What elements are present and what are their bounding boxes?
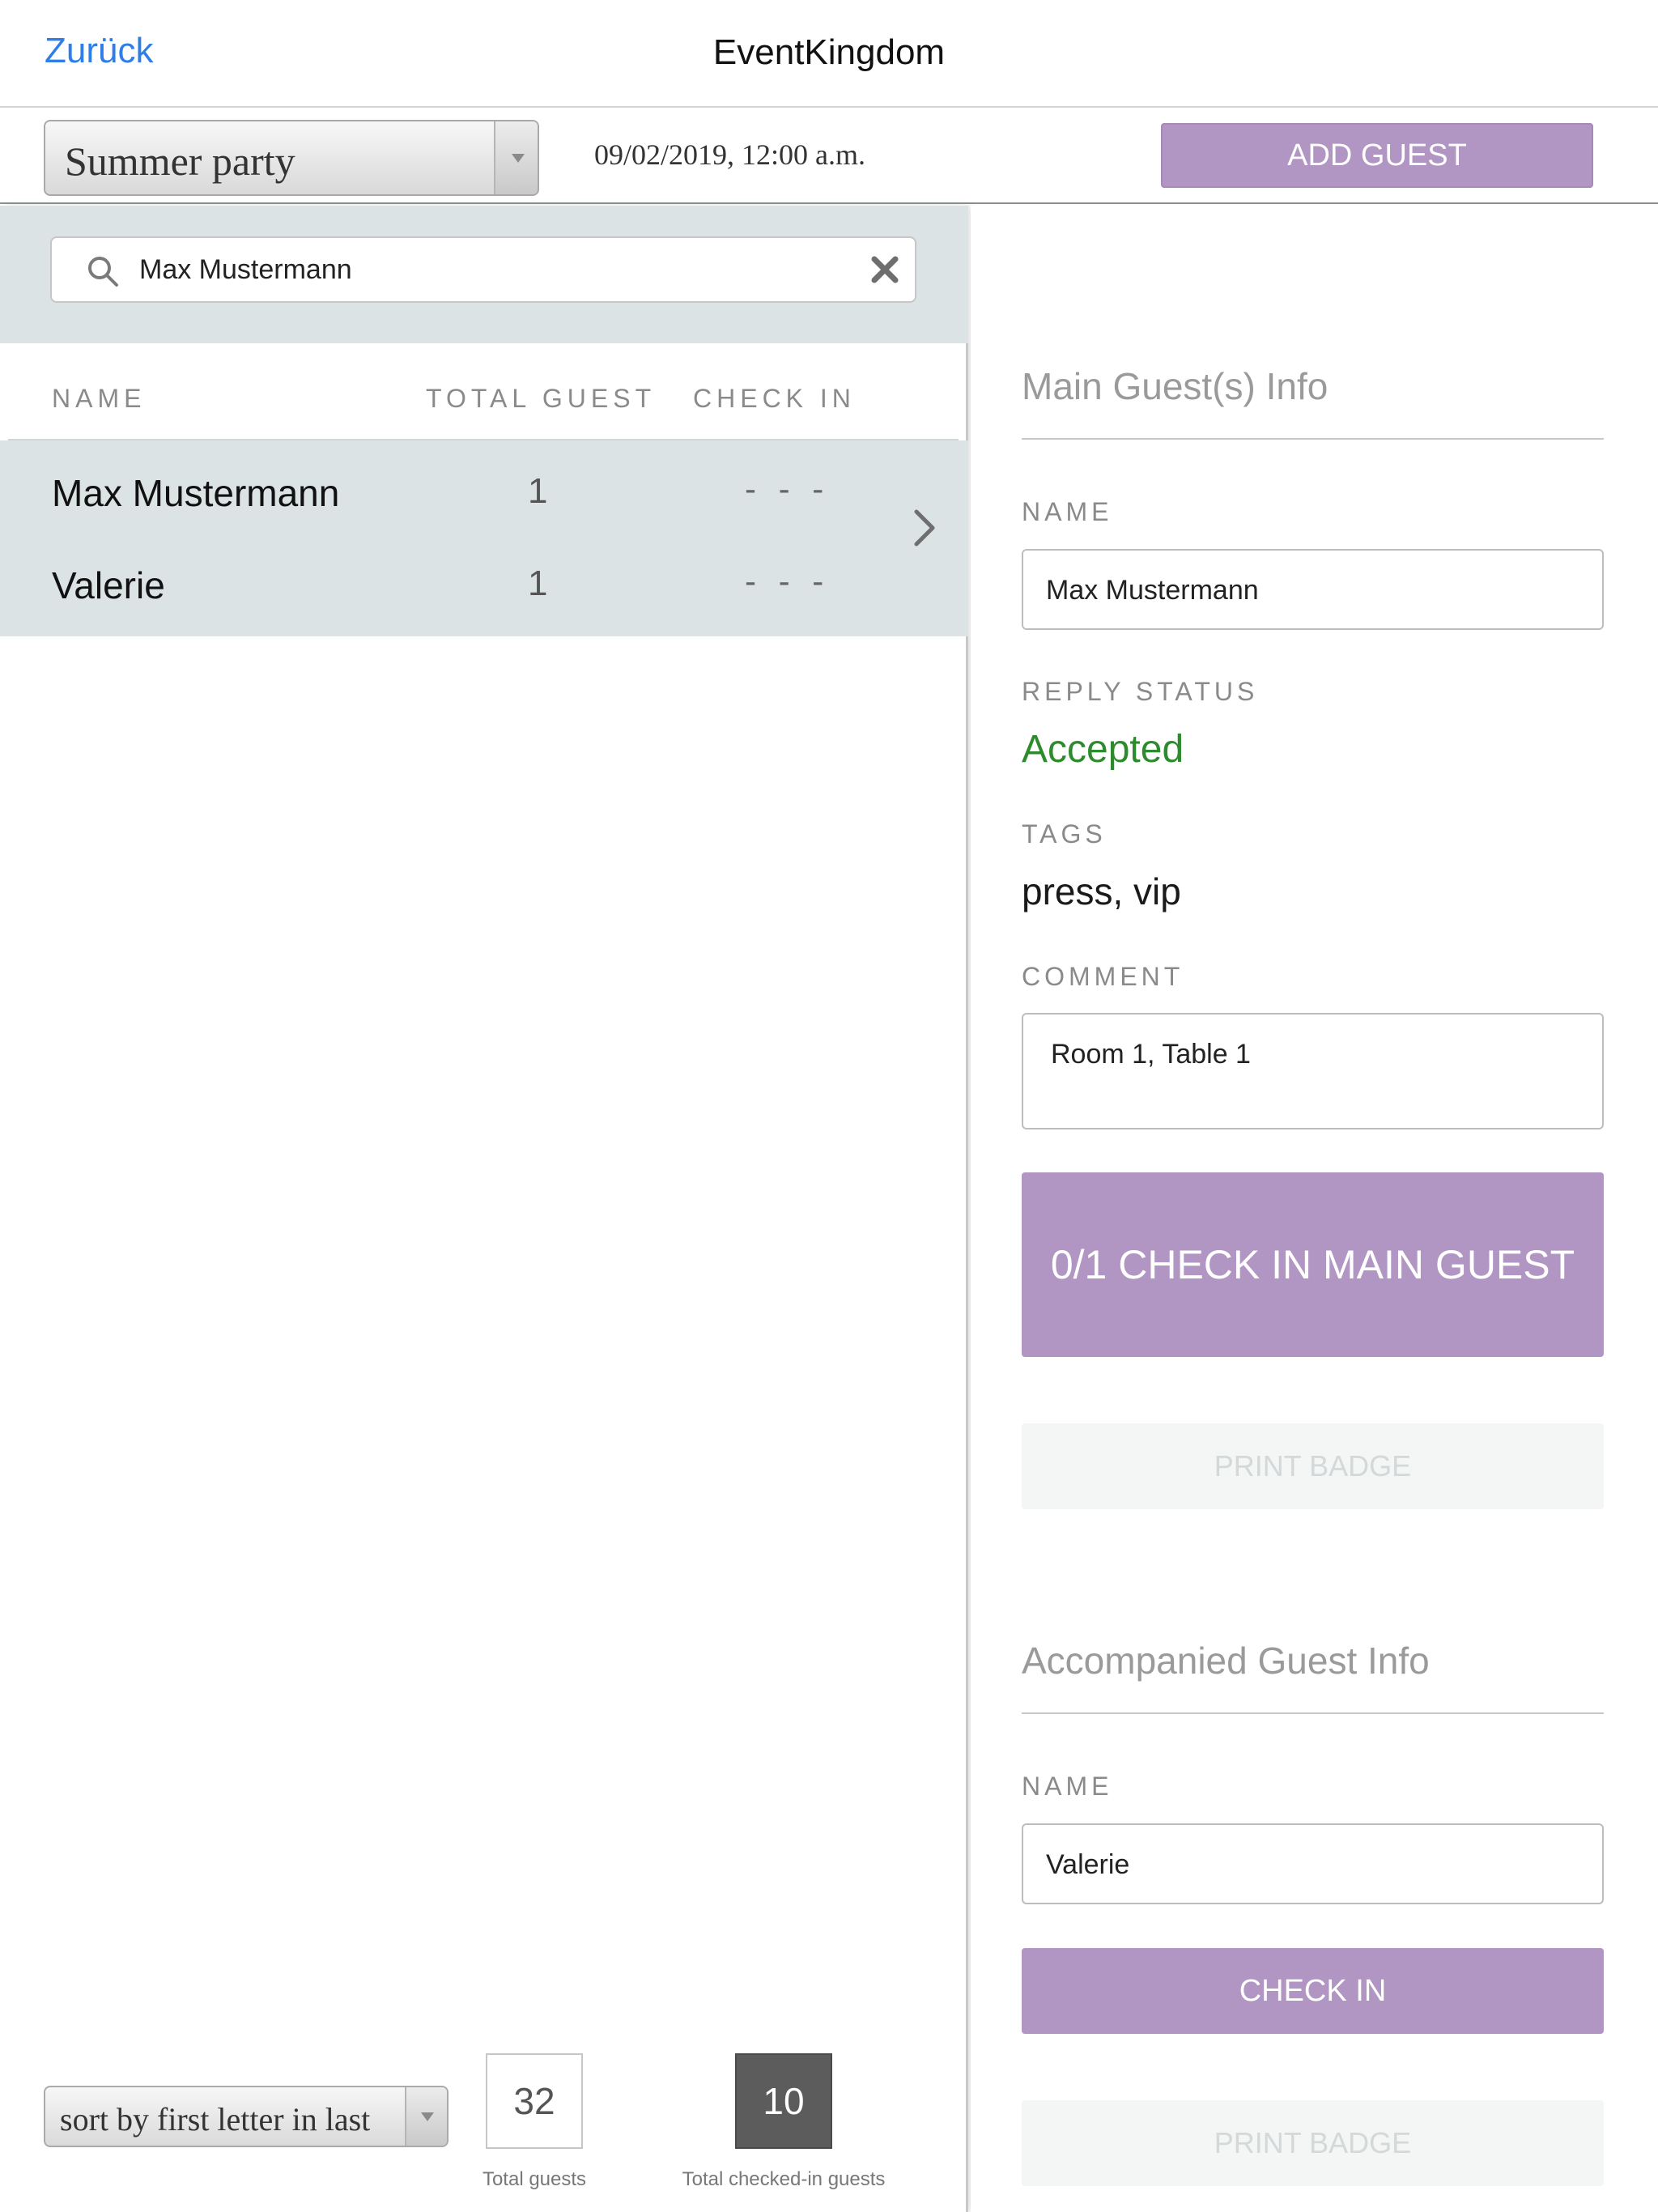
section-divider <box>1022 1712 1604 1714</box>
print-badge-button[interactable]: PRINT BADGE <box>1022 1423 1604 1509</box>
table-row[interactable]: Max Mustermann 1 - - - <box>0 440 968 533</box>
main-guest-name-field[interactable]: Max Mustermann <box>1022 549 1604 630</box>
search-input[interactable]: Max Mustermann <box>50 236 916 303</box>
tags-value: press, vip <box>1022 870 1181 912</box>
section-divider <box>1022 438 1604 440</box>
main-guest-section-title: Main Guest(s) Info <box>1022 365 1329 407</box>
guest-detail-panel: Main Guest(s) Info NAME Max Mustermann R… <box>971 206 1658 2212</box>
sort-select-value: sort by first letter in last <box>60 2101 371 2138</box>
column-header-name: NAME <box>52 384 147 413</box>
app-title: EventKingdom <box>712 32 946 72</box>
accompanied-guest-section-title: Accompanied Guest Info <box>1022 1640 1430 1682</box>
accompanied-guest-name-value: Valerie <box>1046 1849 1130 1880</box>
guest-total: 1 <box>528 564 548 603</box>
name-label: NAME <box>1022 1772 1113 1801</box>
comment-field[interactable]: Room 1, Table 1 <box>1022 1013 1604 1129</box>
name-label: NAME <box>1022 497 1113 526</box>
event-select-value: Summer party <box>65 138 295 184</box>
guest-total: 1 <box>528 471 548 511</box>
chevron-right-icon[interactable] <box>908 504 941 552</box>
navigation-bar: Zurück EventKingdom <box>0 0 1658 108</box>
add-guest-button[interactable]: ADD GUEST <box>1161 123 1593 188</box>
column-header-total-guest: TOTAL GUEST <box>426 384 657 413</box>
guest-check-in: - - - <box>745 470 831 508</box>
checked-in-count: 10 <box>735 2053 832 2149</box>
comment-label: COMMENT <box>1022 962 1184 991</box>
guest-list-panel: Max Mustermann NAME TOTAL GUEST CHECK IN… <box>0 206 968 2212</box>
search-area: Max Mustermann <box>0 206 968 343</box>
guest-group-selected[interactable]: Max Mustermann 1 - - - Valerie 1 - - - <box>0 440 968 636</box>
checked-in-label: Total checked-in guests <box>682 2168 886 2190</box>
guest-check-in: - - - <box>745 562 831 600</box>
check-in-main-guest-button[interactable]: 0/1 CHECK IN MAIN GUEST <box>1022 1172 1604 1357</box>
total-guests-label: Total guests <box>482 2168 587 2190</box>
search-icon <box>88 257 118 287</box>
comment-value: Room 1, Table 1 <box>1051 1039 1251 1070</box>
guest-table-header: NAME TOTAL GUEST CHECK IN <box>8 343 959 440</box>
column-header-check-in: CHECK IN <box>693 384 856 413</box>
main-guest-name-value: Max Mustermann <box>1046 575 1259 606</box>
guest-name: Max Mustermann <box>52 472 340 514</box>
guest-name: Valerie <box>52 564 165 606</box>
tags-label: TAGS <box>1022 819 1107 849</box>
event-datetime: 09/02/2019, 12:00 a.m. <box>594 138 865 171</box>
dropdown-arrow-icon <box>494 121 538 194</box>
total-guests-count: 32 <box>486 2053 583 2149</box>
search-input-value: Max Mustermann <box>139 254 352 285</box>
event-toolbar: Summer party 09/02/2019, 12:00 a.m. ADD … <box>0 108 1658 204</box>
table-row[interactable]: Valerie 1 - - - <box>0 533 968 625</box>
reply-status-label: REPLY STATUS <box>1022 677 1259 706</box>
accompanied-guest-name-field[interactable]: Valerie <box>1022 1823 1604 1904</box>
event-select[interactable]: Summer party <box>44 120 539 196</box>
dropdown-arrow-icon <box>405 2087 447 2146</box>
close-icon[interactable] <box>866 251 903 288</box>
sort-select[interactable]: sort by first letter in last <box>44 2086 449 2147</box>
reply-status-value: Accepted <box>1022 728 1184 771</box>
print-badge-button[interactable]: PRINT BADGE <box>1022 2100 1604 2186</box>
check-in-button[interactable]: CHECK IN <box>1022 1948 1604 2034</box>
